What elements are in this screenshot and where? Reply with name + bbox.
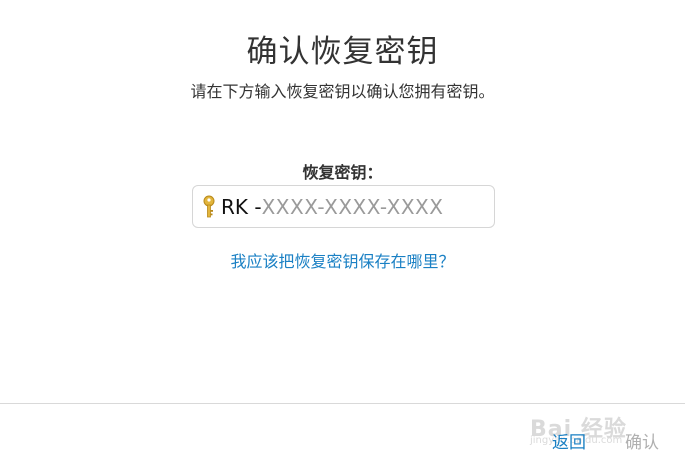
- confirm-button[interactable]: 确认: [625, 428, 659, 453]
- recovery-key-dialog: 确认恢复密钥 请在下方输入恢复密钥以确认您拥有密钥。 恢复密钥： RK - XX…: [0, 0, 685, 469]
- key-placeholder[interactable]: XXXX-XXXX-XXXX: [262, 195, 444, 219]
- key-prefix: RK -: [221, 194, 262, 219]
- page-title: 确认恢复密钥: [246, 34, 439, 70]
- key-icon: [202, 195, 216, 219]
- recovery-key-input[interactable]: RK - XXXX-XXXX-XXXX: [192, 185, 495, 228]
- footer-divider: [0, 403, 685, 404]
- recovery-key-label: 恢复密钥：: [302, 163, 383, 182]
- where-to-store-key-link[interactable]: 我应该把恢复密钥保存在哪里？: [0, 248, 685, 272]
- page-subtitle: 请在下方输入恢复密钥以确认您拥有密钥。: [190, 82, 495, 101]
- back-button[interactable]: 返回: [552, 428, 586, 453]
